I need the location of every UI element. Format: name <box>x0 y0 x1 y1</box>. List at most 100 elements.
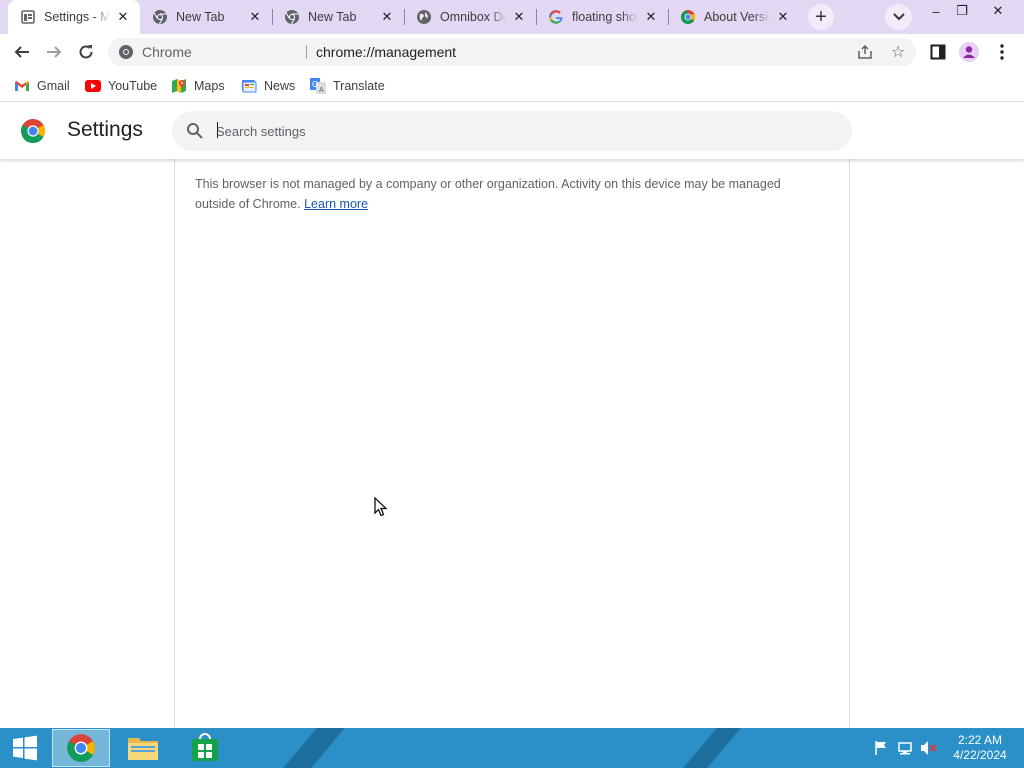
plus-icon: + <box>815 6 827 28</box>
page-title: Settings <box>67 118 143 141</box>
translate-icon: GA <box>310 78 326 94</box>
management-message: This browser is not managed by a company… <box>195 174 815 214</box>
three-dots-vertical-icon <box>1000 44 1004 60</box>
profile-button[interactable] <box>955 38 983 66</box>
tab-new-tab-1[interactable]: New Tab ✕ <box>140 0 272 34</box>
back-button[interactable] <box>8 38 36 66</box>
reload-button[interactable] <box>72 38 100 66</box>
tab-title: New Tab <box>176 10 225 24</box>
google-favicon-icon <box>548 9 564 25</box>
taskbar-store[interactable] <box>176 729 234 767</box>
close-tab-icon[interactable]: ✕ <box>378 8 396 26</box>
chrome-favicon-icon <box>680 9 696 25</box>
management-card: This browser is not managed by a company… <box>174 159 850 728</box>
bookmark-translate[interactable]: GA Translate <box>310 76 385 96</box>
tab-search-button[interactable] <box>885 4 912 30</box>
menu-button[interactable] <box>988 38 1016 66</box>
system-clock[interactable]: 2:22 AM 4/22/2024 <box>944 733 1016 763</box>
bookmarks-bar: Gmail YouTube Maps News GA Translate <box>0 70 1024 102</box>
bookmark-star-icon[interactable]: ☆ <box>888 42 908 62</box>
taskbar-file-explorer[interactable] <box>114 729 172 767</box>
bookmark-label: Maps <box>194 79 225 93</box>
tab-about-version[interactable]: About Version ✕ <box>668 0 800 34</box>
gmail-icon <box>14 78 30 94</box>
avatar-icon <box>959 42 979 62</box>
new-tab-button[interactable]: + <box>808 4 834 30</box>
bookmark-news[interactable]: News <box>241 76 295 96</box>
toolbar: Chrome chrome://management ☆ <box>0 34 1024 70</box>
svg-text:G: G <box>312 80 318 89</box>
close-tab-icon[interactable]: ✕ <box>114 8 132 26</box>
youtube-icon <box>85 78 101 94</box>
chromium-favicon-icon <box>152 9 168 25</box>
bookmark-label: News <box>264 79 296 93</box>
bookmark-label: YouTube <box>108 79 158 93</box>
search-icon <box>187 123 203 139</box>
clock-date: 4/22/2024 <box>953 748 1007 762</box>
settings-favicon-icon <box>20 9 36 25</box>
mouse-cursor-icon <box>374 497 388 517</box>
bookmark-label: Translate <box>333 79 385 93</box>
settings-content: This browser is not managed by a company… <box>0 159 1024 728</box>
close-tab-icon[interactable]: ✕ <box>642 8 660 26</box>
tab-omnibox-debug[interactable]: Omnibox Debug Page ✕ <box>404 0 536 34</box>
taskbar: 2:22 AM 4/22/2024 <box>0 728 1024 768</box>
bookmark-maps[interactable]: Maps <box>171 76 225 96</box>
reload-icon <box>79 45 93 59</box>
tab-title: floating shopping <box>572 10 638 24</box>
chrome-logo-icon <box>20 119 46 144</box>
omnibox-url[interactable]: chrome://management <box>316 44 456 60</box>
store-icon <box>192 733 218 761</box>
restore-button[interactable]: ❐ <box>944 0 980 22</box>
chromium-favicon-icon <box>284 9 300 25</box>
wallpaper-stripe <box>274 728 354 768</box>
search-input[interactable] <box>216 120 816 142</box>
chevron-down-icon <box>892 13 905 21</box>
wallpaper-stripe <box>674 728 750 768</box>
close-tab-icon[interactable]: ✕ <box>246 8 264 26</box>
address-bar[interactable]: Chrome chrome://management ☆ <box>108 38 916 66</box>
tab-new-tab-2[interactable]: New Tab ✕ <box>272 0 404 34</box>
back-arrow-icon <box>14 46 29 58</box>
bookmark-label: Gmail <box>37 79 70 93</box>
clock-time: 2:22 AM <box>957 733 1003 747</box>
forward-button[interactable] <box>40 38 68 66</box>
omnibox-divider <box>306 45 307 59</box>
taskbar-chrome[interactable] <box>52 729 110 767</box>
file-explorer-icon <box>128 738 158 760</box>
globe-favicon-icon <box>416 9 432 25</box>
settings-header: Settings <box>0 103 1024 159</box>
action-center-flag-icon[interactable] <box>872 739 890 757</box>
bookmark-youtube[interactable]: YouTube <box>85 76 157 96</box>
close-window-button[interactable]: ✕ <box>980 0 1016 22</box>
side-panel-icon <box>930 44 946 60</box>
volume-muted-icon[interactable] <box>920 739 938 757</box>
omnibox-chip: Chrome <box>142 44 192 60</box>
tab-title: New Tab <box>308 10 357 24</box>
forward-arrow-icon <box>47 46 62 58</box>
chrome-site-icon <box>119 45 133 59</box>
windows-start-icon <box>13 735 37 761</box>
start-button[interactable] <box>0 729 50 767</box>
maps-icon <box>171 78 187 94</box>
network-icon[interactable] <box>896 739 914 757</box>
close-tab-icon[interactable]: ✕ <box>774 8 792 26</box>
tab-title: Omnibox Debug Page <box>440 10 506 24</box>
settings-search-box[interactable] <box>172 111 852 151</box>
management-message-text: This browser is not managed by a company… <box>195 177 781 211</box>
bookmark-gmail[interactable]: Gmail <box>14 76 70 96</box>
tab-floating-shopping[interactable]: floating shopping ✕ <box>536 0 668 34</box>
tab-title: Settings - Management <box>44 10 110 24</box>
chrome-icon <box>67 734 95 762</box>
chrome-window: Settings - Management ✕ New Tab ✕ New Ta… <box>0 0 1024 768</box>
svg-text:A: A <box>319 87 324 94</box>
tab-title: About Version <box>704 10 770 24</box>
share-icon[interactable] <box>856 43 874 61</box>
learn-more-link[interactable]: Learn more <box>304 197 368 211</box>
close-tab-icon[interactable]: ✕ <box>510 8 528 26</box>
side-panel-button[interactable] <box>924 38 952 66</box>
tab-strip: Settings - Management ✕ New Tab ✕ New Ta… <box>0 0 1024 34</box>
text-caret <box>217 122 218 138</box>
news-icon <box>241 78 257 94</box>
tab-settings-management[interactable]: Settings - Management ✕ <box>8 0 140 34</box>
